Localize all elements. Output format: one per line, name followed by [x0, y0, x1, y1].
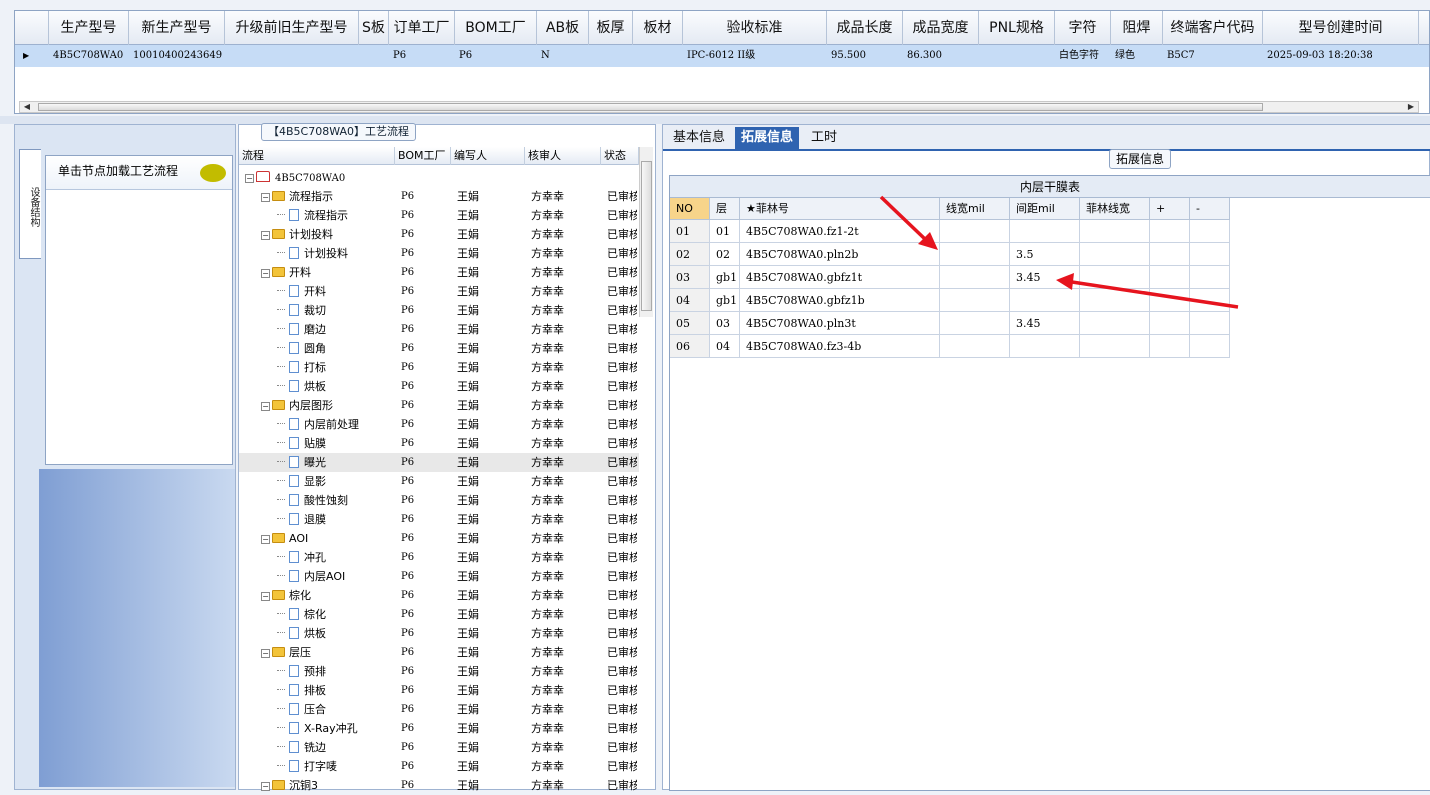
annotation-arrows: [879, 195, 1239, 309]
red-arrow-icon: [1056, 273, 1239, 309]
red-arrow-icon: [879, 195, 938, 250]
